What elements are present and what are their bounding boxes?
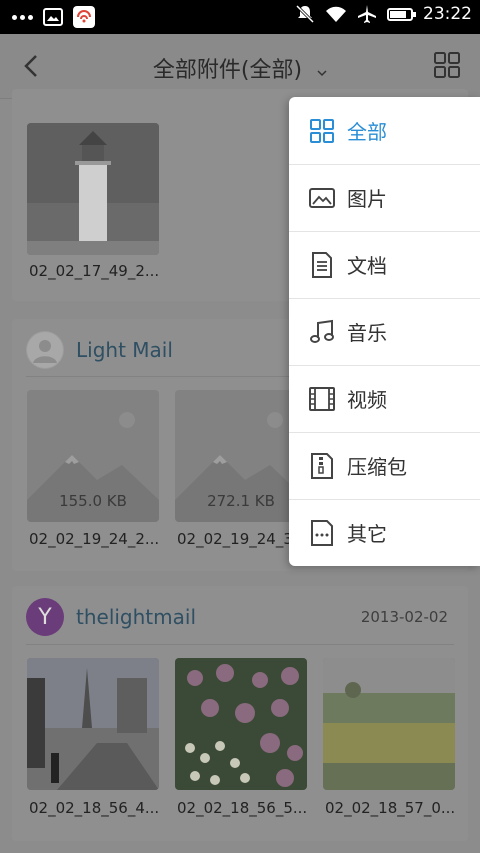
menu-item-music[interactable]: 音乐	[289, 298, 480, 366]
sender-name: thelightmail	[76, 605, 196, 629]
menu-item-other[interactable]: 其它	[289, 499, 480, 566]
attachment-thumbnail[interactable]	[175, 658, 307, 790]
sender-row: Y thelightmail	[26, 598, 196, 636]
divider	[26, 644, 454, 645]
file-size: 272.1 KB	[207, 492, 275, 510]
avatar-letter: Y	[38, 604, 52, 630]
mute-icon	[295, 4, 315, 24]
status-bar: 23:22	[0, 0, 480, 34]
attachment-thumbnail[interactable]	[323, 658, 455, 790]
menu-item-label: 全部	[347, 120, 387, 144]
attachment-filename: 02_02_18_57_0...	[325, 799, 456, 817]
other-file-icon	[311, 519, 333, 546]
sender-row: Light Mail	[26, 331, 173, 369]
file-size: 155.0 KB	[59, 492, 127, 510]
page-title[interactable]: 全部附件(全部)	[153, 52, 302, 84]
image-icon	[309, 187, 335, 208]
attachment-filename: 02_02_17_49_2...	[29, 262, 160, 280]
film-icon	[309, 386, 335, 411]
filter-menu: 全部 图片 文档 音乐 视频 压缩包 其它	[289, 97, 480, 566]
menu-item-label: 视频	[347, 388, 387, 412]
more-dots-icon	[12, 14, 33, 20]
attachment-card: Y thelightmail 2013-02-02 02_02_18_56_4.…	[12, 586, 468, 841]
attachment-filename: 02_02_18_56_4...	[29, 799, 160, 817]
airplane-icon	[358, 5, 376, 23]
default-avatar-icon	[26, 331, 64, 369]
app-icon	[73, 6, 95, 28]
archive-icon	[311, 452, 333, 479]
menu-item-documents[interactable]: 文档	[289, 231, 480, 299]
menu-item-images[interactable]: 图片	[289, 164, 480, 232]
music-icon	[310, 319, 334, 343]
menu-item-label: 压缩包	[347, 455, 407, 479]
chevron-down-icon[interactable]	[317, 68, 327, 78]
menu-item-label: 其它	[347, 522, 387, 546]
attachment-thumbnail[interactable]: 155.0 KB	[27, 390, 159, 522]
menu-item-video[interactable]: 视频	[289, 365, 480, 433]
wifi-icon	[326, 6, 346, 22]
menu-item-all[interactable]: 全部	[289, 97, 480, 165]
attachment-thumbnail[interactable]: 272.1 KB	[175, 390, 307, 522]
battery-icon	[387, 7, 416, 21]
avatar: Y	[26, 598, 64, 636]
menu-item-label: 音乐	[347, 321, 387, 345]
menu-item-archives[interactable]: 压缩包	[289, 432, 480, 500]
attachment-thumbnail[interactable]	[27, 658, 159, 790]
document-icon	[312, 251, 332, 278]
attachment-filename: 02_02_18_56_5...	[177, 799, 308, 817]
grid-view-icon[interactable]	[434, 52, 460, 78]
grid-icon	[310, 118, 334, 143]
mail-date: 2013-02-02	[360, 608, 448, 626]
attachment-filename: 02_02_19_24_2...	[29, 530, 160, 548]
sender-name: Light Mail	[76, 338, 173, 362]
clock: 23:22	[423, 4, 472, 24]
attachment-thumbnail[interactable]	[27, 123, 159, 255]
menu-item-label: 图片	[347, 187, 387, 211]
gallery-icon	[43, 8, 63, 26]
menu-item-label: 文档	[347, 254, 387, 278]
